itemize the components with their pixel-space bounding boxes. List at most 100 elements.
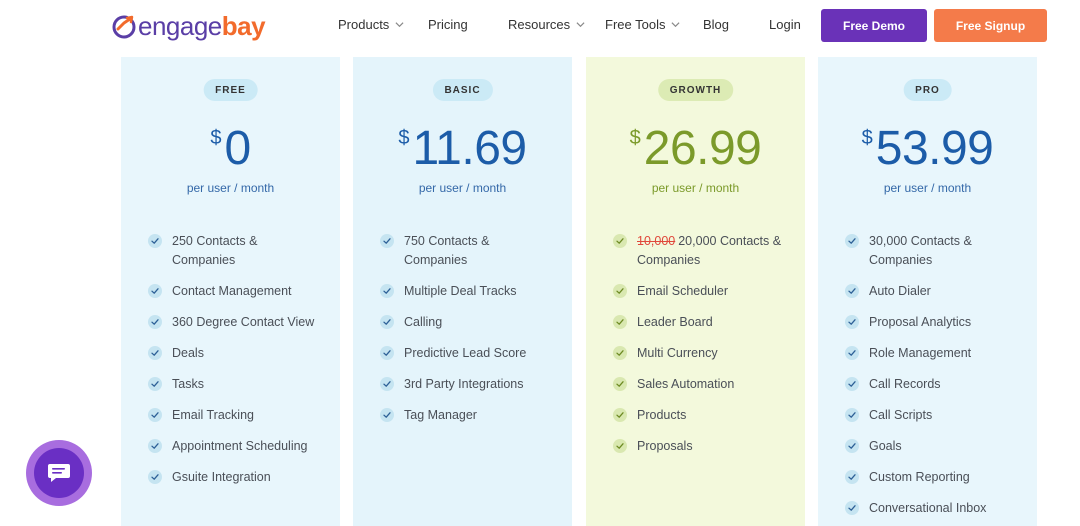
plan-card-pro: PRO $53.99 per user / month 30,000 Conta… [818, 57, 1037, 526]
feature-label: Call Records [869, 377, 941, 391]
price-period: per user / month [186, 181, 275, 195]
check-icon [151, 381, 159, 387]
plan-card-basic: BASIC $11.69 per user / month 750 Contac… [353, 57, 572, 526]
feature-label: Multiple Deal Tracks [404, 284, 517, 298]
check-icon [151, 443, 159, 449]
feature-label: Call Scripts [869, 408, 933, 422]
chevron-down-icon [671, 22, 680, 28]
feature-text: 750 Contacts & Companies [404, 232, 554, 270]
check-icon [845, 284, 859, 298]
feature-text: Tasks [172, 375, 204, 394]
currency-symbol: $ [398, 127, 410, 149]
feature-text: Deals [172, 344, 204, 363]
feature-label: Sales Automation [637, 377, 735, 391]
free-demo-button[interactable]: Free Demo [821, 9, 927, 42]
feature-item: Leader Board [613, 313, 787, 332]
check-icon [380, 346, 394, 360]
check-icon [151, 238, 159, 244]
check-icon [845, 377, 859, 391]
feature-text: Goals [869, 437, 902, 456]
chat-widget-button[interactable] [26, 440, 92, 506]
feature-text: Call Scripts [869, 406, 932, 425]
feature-text: Custom Reporting [869, 468, 970, 487]
feature-text: Call Records [869, 375, 941, 394]
free-signup-button[interactable]: Free Signup [934, 9, 1047, 42]
check-icon [848, 288, 856, 294]
engagebay-logo-icon [112, 15, 136, 39]
feature-list: 750 Contacts & Companies Multiple Deal Tr… [380, 232, 554, 437]
currency-symbol: $ [210, 127, 222, 149]
feature-text: Conversational Inbox [869, 499, 986, 518]
nav-free-tools[interactable]: Free Tools [605, 17, 680, 32]
feature-text: Email Scheduler [637, 282, 728, 301]
check-icon [383, 412, 391, 418]
feature-item: 360 Degree Contact View [148, 313, 322, 332]
feature-item: Tag Manager [380, 406, 554, 425]
check-icon [380, 377, 394, 391]
feature-label: 30,000 Contacts & Companies [869, 234, 972, 267]
check-icon [383, 381, 391, 387]
feature-text: Gsuite Integration [172, 468, 271, 487]
plan-price: $53.99 [818, 123, 1037, 175]
check-icon [151, 350, 159, 356]
check-icon [613, 346, 627, 360]
feature-item: Multi Currency [613, 344, 787, 363]
feature-text: Contact Management [172, 282, 292, 301]
check-icon [848, 505, 856, 511]
feature-label: Tag Manager [404, 408, 477, 422]
feature-label: Conversational Inbox [869, 501, 987, 515]
feature-item: 750 Contacts & Companies [380, 232, 554, 270]
feature-text: 250 Contacts & Companies [172, 232, 322, 270]
check-icon [613, 439, 627, 453]
chevron-down-icon [395, 22, 404, 28]
chat-icon [48, 464, 70, 482]
check-icon [148, 284, 162, 298]
feature-item: Role Management [845, 344, 1019, 363]
nav-pricing[interactable]: Pricing [428, 17, 468, 32]
check-icon [151, 288, 159, 294]
check-icon [848, 443, 856, 449]
feature-text: Leader Board [637, 313, 713, 332]
feature-text: Tag Manager [404, 406, 477, 425]
feature-text: 30,000 Contacts & Companies [869, 232, 1019, 270]
feature-item: 30,000 Contacts & Companies [845, 232, 1019, 270]
old-value: 10,000 [637, 234, 676, 248]
plan-card-free: FREE $0 per user / month 250 Contacts & … [121, 57, 340, 526]
check-icon [845, 439, 859, 453]
feature-label: Tasks [172, 377, 204, 391]
check-icon [151, 412, 159, 418]
nav-login[interactable]: Login [769, 17, 801, 32]
plan-badge: GROWTH [657, 79, 734, 101]
feature-text: Multiple Deal Tracks [404, 282, 517, 301]
price-amount: 11.69 [412, 122, 528, 175]
check-icon [613, 284, 627, 298]
nav-blog[interactable]: Blog [703, 17, 729, 32]
brand-logo[interactable]: engagebay [110, 10, 266, 42]
check-icon [383, 238, 391, 244]
currency-symbol: $ [629, 127, 641, 149]
nav-products[interactable]: Products [338, 17, 404, 32]
check-icon [848, 350, 856, 356]
check-icon [613, 377, 627, 391]
check-icon [148, 470, 162, 484]
check-icon [151, 319, 159, 325]
feature-text: 3rd Party Integrations [404, 375, 524, 394]
check-icon [148, 315, 162, 329]
feature-item: Appointment Scheduling [148, 437, 322, 456]
check-icon [848, 319, 856, 325]
nav-resources[interactable]: Resources [508, 17, 585, 32]
price-period: per user / month [418, 181, 507, 195]
check-icon [616, 288, 624, 294]
feature-label: 750 Contacts & Companies [404, 234, 490, 267]
feature-item: Calling [380, 313, 554, 332]
feature-text: 360 Degree Contact View [172, 313, 314, 332]
feature-label: Predictive Lead Score [404, 346, 527, 360]
feature-label: Deals [172, 346, 204, 360]
feature-item: Contact Management [148, 282, 322, 301]
feature-label: Products [637, 408, 687, 422]
check-icon [845, 315, 859, 329]
check-icon [383, 319, 391, 325]
plan-badge: PRO [903, 79, 952, 101]
feature-item: Deals [148, 344, 322, 363]
feature-text: Calling [404, 313, 442, 332]
